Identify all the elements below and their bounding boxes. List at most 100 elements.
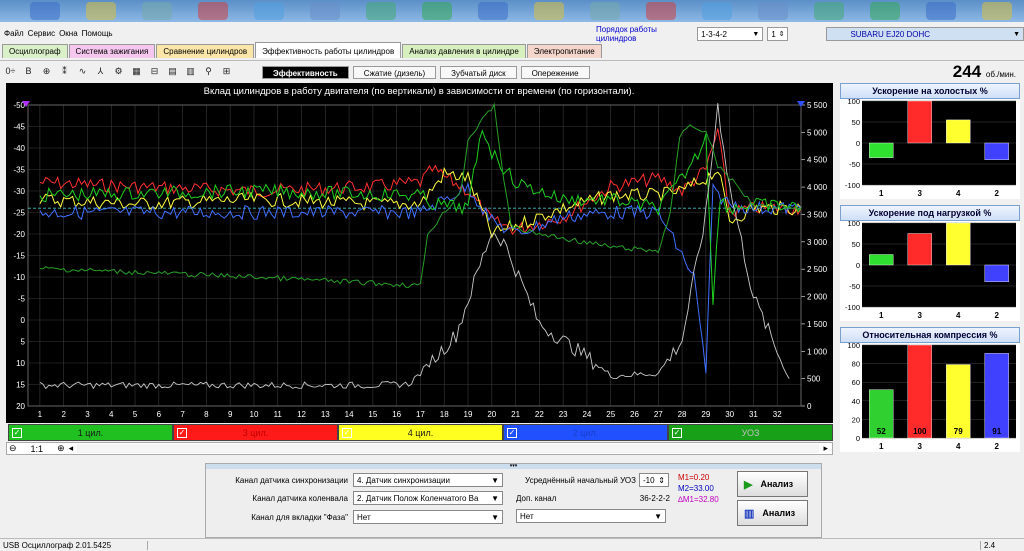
tool-icon[interactable]: ▥ bbox=[183, 64, 198, 79]
extra-select[interactable]: Нет ▼ bbox=[516, 509, 666, 523]
menu-service[interactable]: Сервис bbox=[28, 29, 55, 38]
car-select[interactable]: SUBARU EJ20 DOHC ▼ bbox=[826, 27, 1024, 41]
tool-icon[interactable]: ⊕ bbox=[39, 64, 54, 79]
taskbar-app-icon bbox=[478, 2, 508, 20]
y-tick-label: -40 bbox=[13, 144, 25, 153]
tool-icon[interactable]: ∿ bbox=[75, 64, 90, 79]
panel-y-tick: -100 bbox=[845, 303, 860, 312]
subtab-3[interactable]: Опережение bbox=[520, 66, 590, 79]
tab-1[interactable]: Система зажигания bbox=[68, 44, 156, 58]
y-tick-label: -15 bbox=[13, 252, 25, 261]
x-tick-label: 29 bbox=[701, 410, 710, 419]
uoz-spinner[interactable]: -10 ⇕ bbox=[639, 473, 669, 487]
rpm-readout: 244 об./мин. bbox=[952, 62, 1016, 81]
y2-tick-label: 3 000 bbox=[807, 238, 828, 247]
analyze-button[interactable]: ▶ Анализ bbox=[737, 471, 808, 497]
subtab-2[interactable]: Зубчатый диск bbox=[440, 66, 517, 79]
tool-icon[interactable]: ⊟ bbox=[147, 64, 162, 79]
zoom-out-icon[interactable]: ⊖ bbox=[9, 443, 17, 454]
tool-icon[interactable]: ⊞ bbox=[219, 64, 234, 79]
y-tick-label: -30 bbox=[13, 187, 25, 196]
legend-bar: ✓ 1 цил. ✓ 3 цил. ✓ 4 цил. ✓ 2 цил. ✓ УОЗ bbox=[8, 424, 833, 441]
scroll-left-icon[interactable]: ◂ bbox=[69, 443, 74, 454]
x-tick-label: 14 bbox=[345, 410, 354, 419]
x-tick-label: 8 bbox=[204, 410, 209, 419]
tool-icon[interactable]: ▦ bbox=[129, 64, 144, 79]
x-tick-label: 21 bbox=[511, 410, 520, 419]
sync-select[interactable]: 4. Датчик синхронизации ▼ bbox=[353, 473, 503, 487]
tool-icon[interactable]: ⚲ bbox=[201, 64, 216, 79]
legend-item[interactable]: ✓ 2 цил. bbox=[503, 424, 668, 441]
legend-label: 2 цил. bbox=[572, 427, 599, 438]
y2-tick-label: 1 500 bbox=[807, 320, 828, 329]
panel-y-tick: 50 bbox=[852, 118, 860, 127]
order-select[interactable]: 1-3-4-2 ▼ bbox=[697, 27, 764, 41]
tab-4[interactable]: Анализ давления в цилиндре bbox=[402, 44, 526, 58]
taskbar-app-icon bbox=[758, 2, 788, 20]
menu-windows[interactable]: Окна bbox=[59, 29, 78, 38]
x-tick-label: 6 bbox=[157, 410, 162, 419]
legend-item[interactable]: ✓ 3 цил. bbox=[173, 424, 338, 441]
status-bar: USB Осциллограф 2.01.5425 2.4 bbox=[0, 538, 1024, 551]
collapse-strip[interactable]: ▾▾▾ bbox=[206, 464, 821, 469]
taskbar-app-icon bbox=[590, 2, 620, 20]
tab-0[interactable]: Осциллограф bbox=[2, 44, 68, 58]
tool-icon[interactable]: ⁑ bbox=[57, 64, 72, 79]
tool-icon[interactable]: ⅄ bbox=[93, 64, 108, 79]
subtab-0[interactable]: Эффективность bbox=[262, 66, 349, 79]
menu-help[interactable]: Помощь bbox=[82, 29, 113, 38]
tab-5[interactable]: Электропитание bbox=[526, 44, 602, 58]
panel-y-tick: 50 bbox=[852, 240, 860, 249]
zoom-in-icon[interactable]: ⊕ bbox=[57, 443, 65, 454]
x-tick-label: 12 bbox=[297, 410, 306, 419]
status-right: 2.4 bbox=[980, 540, 1024, 550]
spin-icon: ⇕ bbox=[778, 31, 785, 38]
panel-bar bbox=[946, 222, 971, 266]
x-tick-label: 3 bbox=[85, 410, 90, 419]
panel-x-tick: 3 bbox=[918, 442, 923, 451]
x-tick-label: 20 bbox=[487, 410, 496, 419]
taskbar-app-icon bbox=[534, 2, 564, 20]
y-tick-label: -45 bbox=[13, 123, 25, 132]
phase-select[interactable]: Нет ▼ bbox=[353, 510, 503, 524]
cylinder-chart[interactable]: Вклад цилиндров в работу двигателя (по в… bbox=[6, 83, 833, 423]
y2-tick-label: 2 500 bbox=[807, 265, 828, 274]
tool-icon[interactable]: ⚙ bbox=[111, 64, 126, 79]
analyze-chart-button[interactable]: ▥ Анализ bbox=[737, 500, 808, 526]
horizontal-scrollbar[interactable] bbox=[77, 444, 820, 453]
analysis-settings: ▾▾▾ Канал датчика синхронизации 4. Датчи… bbox=[205, 463, 822, 538]
tool-icon[interactable]: ▤ bbox=[165, 64, 180, 79]
tab-3[interactable]: Эффективность работы цилиндров bbox=[255, 42, 402, 58]
taskbar-app-icon bbox=[86, 2, 116, 20]
subtab-1[interactable]: Сжатие (дизель) bbox=[352, 66, 437, 79]
panel-y-tick: 60 bbox=[852, 378, 860, 387]
tool-icon[interactable]: 0÷ bbox=[3, 64, 18, 79]
legend-item[interactable]: ✓ 4 цил. bbox=[338, 424, 503, 441]
m2-readout: M2=33.00 bbox=[678, 484, 714, 493]
panel-x-tick: 2 bbox=[995, 442, 1000, 451]
tab-2[interactable]: Сравнение цилиндров bbox=[156, 44, 255, 58]
panel-bar bbox=[907, 100, 932, 144]
y-tick-label: 10 bbox=[16, 359, 25, 368]
legend-item[interactable]: ✓ 1 цил. bbox=[8, 424, 173, 441]
cyl-spinner[interactable]: 1 ⇕ bbox=[767, 27, 789, 41]
panel-chart: 100 80 60 40 20 0 52 1 100 3 79 4 91 2 bbox=[840, 341, 1020, 452]
panel-y-tick: 100 bbox=[847, 99, 860, 106]
legend-item[interactable]: ✓ УОЗ bbox=[668, 424, 833, 441]
crank-select[interactable]: 2. Датчик Полож Коленчатого Ва ▼ bbox=[353, 491, 503, 505]
y2-tick-label: 4 500 bbox=[807, 156, 828, 165]
menu-file[interactable]: Файл bbox=[4, 29, 24, 38]
panel-chart: 100 50 0 -50 -100 1 3 4 2 bbox=[840, 219, 1020, 321]
x-tick-label: 5 bbox=[133, 410, 138, 419]
chart-background bbox=[6, 83, 833, 423]
taskbar-app-icon bbox=[982, 2, 1012, 20]
y-tick-label: 20 bbox=[16, 402, 25, 411]
extra-label: Доп. канал bbox=[516, 494, 557, 503]
panel-bar bbox=[946, 119, 971, 144]
scroll-right-icon[interactable]: ▸ bbox=[823, 443, 828, 454]
chevron-down-icon: ▼ bbox=[1013, 30, 1020, 38]
x-tick-label: 16 bbox=[392, 410, 401, 419]
panel-chart: 100 50 0 -50 -100 1 3 4 2 bbox=[840, 97, 1020, 199]
x-tick-label: 30 bbox=[725, 410, 734, 419]
tool-icon[interactable]: B bbox=[21, 64, 36, 79]
